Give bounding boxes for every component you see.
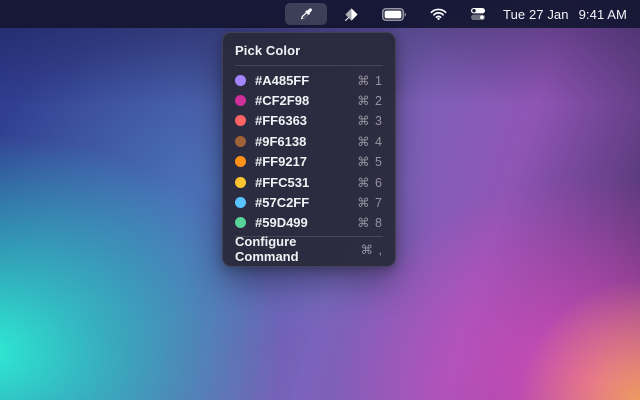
eyedropper-menubar-button[interactable]: [285, 3, 327, 25]
shortcut-label: ⌘ 3: [357, 113, 383, 128]
shortcut-label: ⌘ 4: [357, 134, 383, 149]
color-swatch: [235, 177, 246, 188]
color-swatch: [235, 115, 246, 126]
color-item-2[interactable]: #CF2F98 ⌘ 2: [223, 90, 395, 110]
color-list: #A485FF ⌘ 1 #CF2F98 ⌘ 2 #FF6363 ⌘ 3 #9F6…: [223, 66, 395, 236]
color-item-5[interactable]: #FF9217 ⌘ 5: [223, 152, 395, 172]
shortcut-label: ⌘ ,: [361, 242, 383, 257]
wifi-icon: [430, 8, 447, 20]
shortcut-label: ⌘ 6: [357, 175, 383, 190]
control-center-icon: [470, 7, 486, 21]
control-center-menubar-button[interactable]: [464, 3, 492, 25]
color-swatch: [235, 75, 246, 86]
color-hex-label: #57C2FF: [255, 195, 309, 210]
shortcut-label: ⌘ 5: [357, 154, 383, 169]
menubar-clock[interactable]: Tue 27 Jan 9:41 AM: [503, 7, 627, 22]
configure-command-label: Configure Command: [235, 234, 361, 264]
color-swatch: [235, 95, 246, 106]
pick-color-menu: Pick Color #A485FF ⌘ 1 #CF2F98 ⌘ 2 #FF63…: [222, 32, 396, 267]
color-item-6[interactable]: #FFC531 ⌘ 6: [223, 172, 395, 192]
color-swatch: [235, 156, 246, 167]
shortcut-label: ⌘ 7: [357, 195, 383, 210]
color-hex-label: #CF2F98: [255, 93, 309, 108]
wifi-menubar-button[interactable]: [424, 3, 453, 25]
eyedropper-icon: [299, 7, 314, 22]
color-swatch-icon: [344, 7, 359, 22]
color-app-menubar-button[interactable]: [338, 3, 365, 25]
menu-title: Pick Color: [223, 39, 395, 65]
color-swatch: [235, 136, 246, 147]
configure-command-item[interactable]: Configure Command ⌘ ,: [223, 237, 395, 259]
shortcut-label: ⌘ 1: [357, 73, 383, 88]
color-item-1[interactable]: #A485FF ⌘ 1: [223, 70, 395, 90]
color-hex-label: #59D499: [255, 215, 308, 230]
color-hex-label: #FF6363: [255, 113, 307, 128]
color-item-3[interactable]: #FF6363 ⌘ 3: [223, 111, 395, 131]
color-item-4[interactable]: #9F6138 ⌘ 4: [223, 131, 395, 151]
color-hex-label: #9F6138: [255, 134, 306, 149]
clock-date: Tue 27 Jan: [503, 7, 569, 22]
color-hex-label: #FFC531: [255, 175, 309, 190]
shortcut-label: ⌘ 2: [357, 93, 383, 108]
color-item-7[interactable]: #57C2FF ⌘ 7: [223, 192, 395, 212]
color-item-8[interactable]: #59D499 ⌘ 8: [223, 213, 395, 233]
clock-time: 9:41 AM: [579, 7, 627, 22]
battery-menubar-button[interactable]: [376, 3, 413, 25]
color-swatch: [235, 197, 246, 208]
color-swatch: [235, 217, 246, 228]
menubar: Tue 27 Jan 9:41 AM: [0, 0, 640, 28]
shortcut-label: ⌘ 8: [357, 215, 383, 230]
battery-icon: [382, 8, 407, 21]
color-hex-label: #A485FF: [255, 73, 309, 88]
color-hex-label: #FF9217: [255, 154, 307, 169]
